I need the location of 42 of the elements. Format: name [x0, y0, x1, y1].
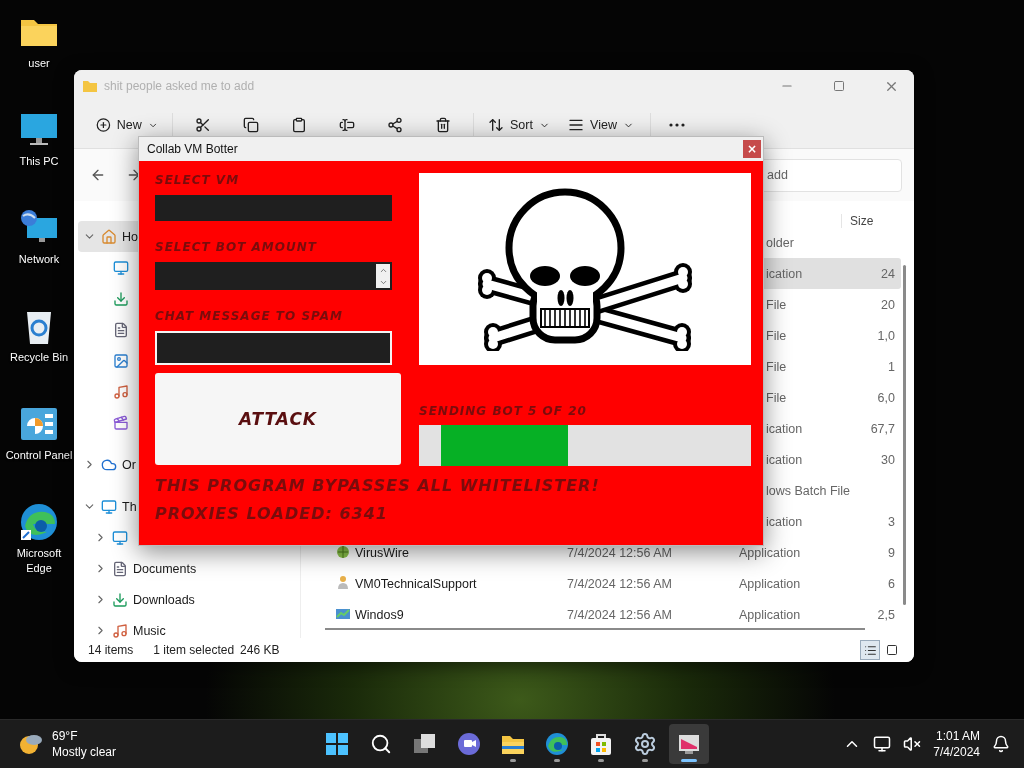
selection-size: 246 KB: [240, 643, 280, 657]
window-title: Collab VM Botter: [147, 142, 239, 156]
progress-label: SENDING BOT 5 OF 20: [419, 404, 588, 418]
file-size: 30: [881, 452, 895, 467]
field-label: SELECT BOT AMOUNT: [155, 240, 318, 254]
file-size: 67,7: [870, 421, 895, 436]
notice-text: PROXIES LOADED: 6341: [155, 503, 389, 525]
file-type: Application: [739, 545, 801, 560]
file-type: older: [766, 235, 794, 250]
file-type: ication: [766, 421, 803, 436]
field-label: SELECT VM: [155, 173, 241, 187]
file-date: 7/4/2024 12:56 AM: [567, 545, 672, 560]
file-type: ication: [766, 266, 803, 281]
file-name: Windos9: [355, 607, 404, 622]
file-type: File: [766, 359, 787, 374]
weather-condition: Mostly clear: [52, 744, 116, 760]
selection-count: 1 item selected: [153, 643, 235, 657]
file-size: 6,0: [877, 390, 895, 405]
item-count: 14 items: [88, 643, 134, 657]
file-size: 1: [888, 359, 895, 374]
file-date: 7/4/2024 12:56 AM: [567, 607, 672, 622]
file-size: 1,0: [877, 328, 895, 343]
file-size: 6: [888, 576, 895, 591]
file-type: Application: [739, 607, 801, 622]
notice-text: THIS PROGRAM BYPASSES ALL WHITELISTER!: [155, 475, 601, 497]
file-size: 20: [881, 297, 895, 312]
file-type: Application: [739, 576, 801, 591]
file-size: 2,5: [877, 607, 895, 622]
file-size: 24: [881, 266, 895, 281]
file-name: VM0TechnicalSupport: [355, 576, 477, 591]
file-size: 9: [888, 545, 895, 560]
file-type: ication: [766, 514, 803, 529]
file-size: 3: [888, 514, 895, 529]
file-date: 7/4/2024 12:56 AM: [567, 576, 672, 591]
field-label: CHAT MESSAGE TO SPAM: [155, 309, 344, 323]
window-title: shit people asked me to add: [104, 79, 256, 93]
file-type: ication: [766, 452, 803, 467]
file-type: File: [766, 297, 787, 312]
file-name: VirusWire: [355, 545, 409, 560]
temperature: 69°F: [52, 728, 78, 744]
file-type: File: [766, 328, 787, 343]
file-type: File: [766, 390, 787, 405]
